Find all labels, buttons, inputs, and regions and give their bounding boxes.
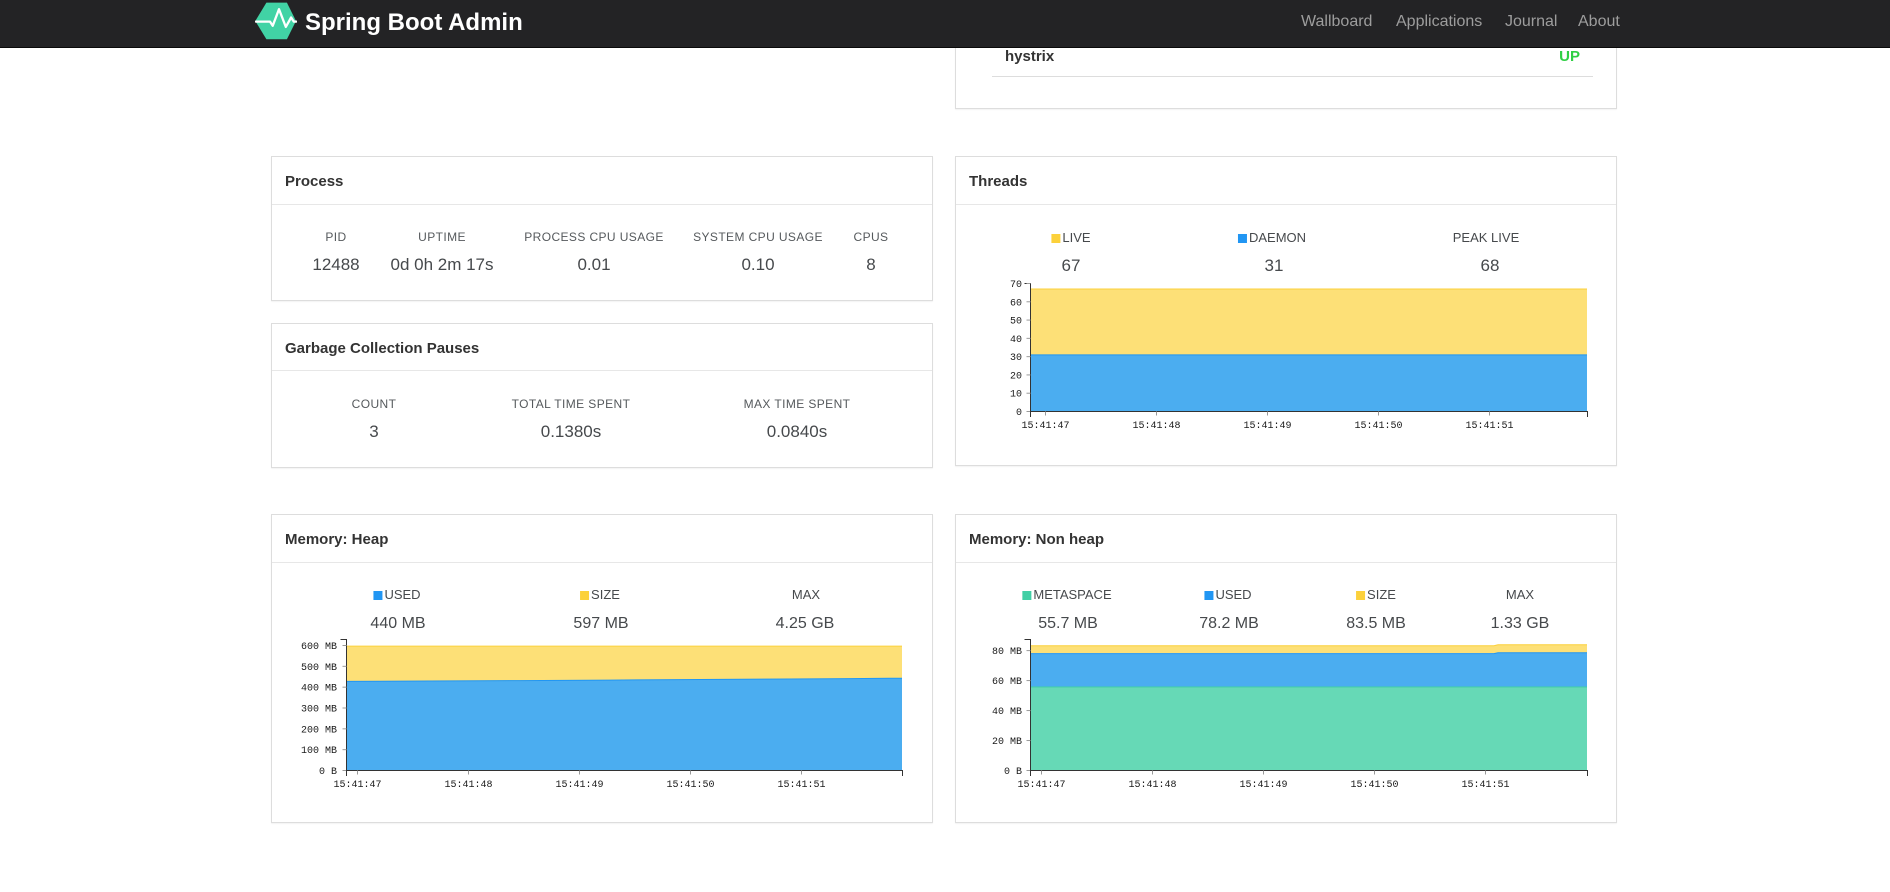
svg-text:15:41:47: 15:41:47 (1021, 421, 1069, 432)
svg-text:15:41:49: 15:41:49 (555, 780, 603, 791)
svg-text:15:41:50: 15:41:50 (1354, 421, 1402, 432)
svg-text:30: 30 (1010, 353, 1022, 364)
svg-text:10: 10 (1010, 390, 1022, 401)
svg-text:0 B: 0 B (1004, 767, 1022, 778)
svg-text:15:41:50: 15:41:50 (666, 780, 714, 791)
svg-text:0: 0 (1016, 408, 1022, 419)
svg-text:20 MB: 20 MB (992, 737, 1022, 748)
svg-text:50: 50 (1010, 317, 1022, 328)
svg-text:400 MB: 400 MB (301, 684, 337, 695)
svg-text:200 MB: 200 MB (301, 725, 337, 736)
svg-text:15:41:49: 15:41:49 (1239, 780, 1287, 791)
svg-text:15:41:48: 15:41:48 (444, 780, 492, 791)
svg-text:15:41:50: 15:41:50 (1350, 780, 1398, 791)
svg-text:15:41:48: 15:41:48 (1132, 421, 1180, 432)
svg-text:15:41:51: 15:41:51 (777, 780, 825, 791)
svg-text:40 MB: 40 MB (992, 707, 1022, 718)
svg-text:15:41:47: 15:41:47 (333, 780, 381, 791)
svg-text:500 MB: 500 MB (301, 663, 337, 674)
svg-text:15:41:47: 15:41:47 (1017, 780, 1065, 791)
svg-text:600 MB: 600 MB (301, 642, 337, 653)
svg-text:15:41:51: 15:41:51 (1465, 421, 1513, 432)
svg-text:60 MB: 60 MB (992, 677, 1022, 688)
svg-text:15:41:48: 15:41:48 (1128, 780, 1176, 791)
svg-text:40: 40 (1010, 335, 1022, 346)
svg-text:15:41:49: 15:41:49 (1243, 421, 1291, 432)
svg-text:100 MB: 100 MB (301, 746, 337, 757)
svg-text:70: 70 (1010, 280, 1022, 291)
svg-text:20: 20 (1010, 371, 1022, 382)
svg-text:60: 60 (1010, 298, 1022, 309)
svg-text:80 MB: 80 MB (992, 647, 1022, 658)
svg-text:300 MB: 300 MB (301, 705, 337, 716)
svg-text:15:41:51: 15:41:51 (1461, 780, 1509, 791)
svg-text:0 B: 0 B (319, 767, 337, 778)
